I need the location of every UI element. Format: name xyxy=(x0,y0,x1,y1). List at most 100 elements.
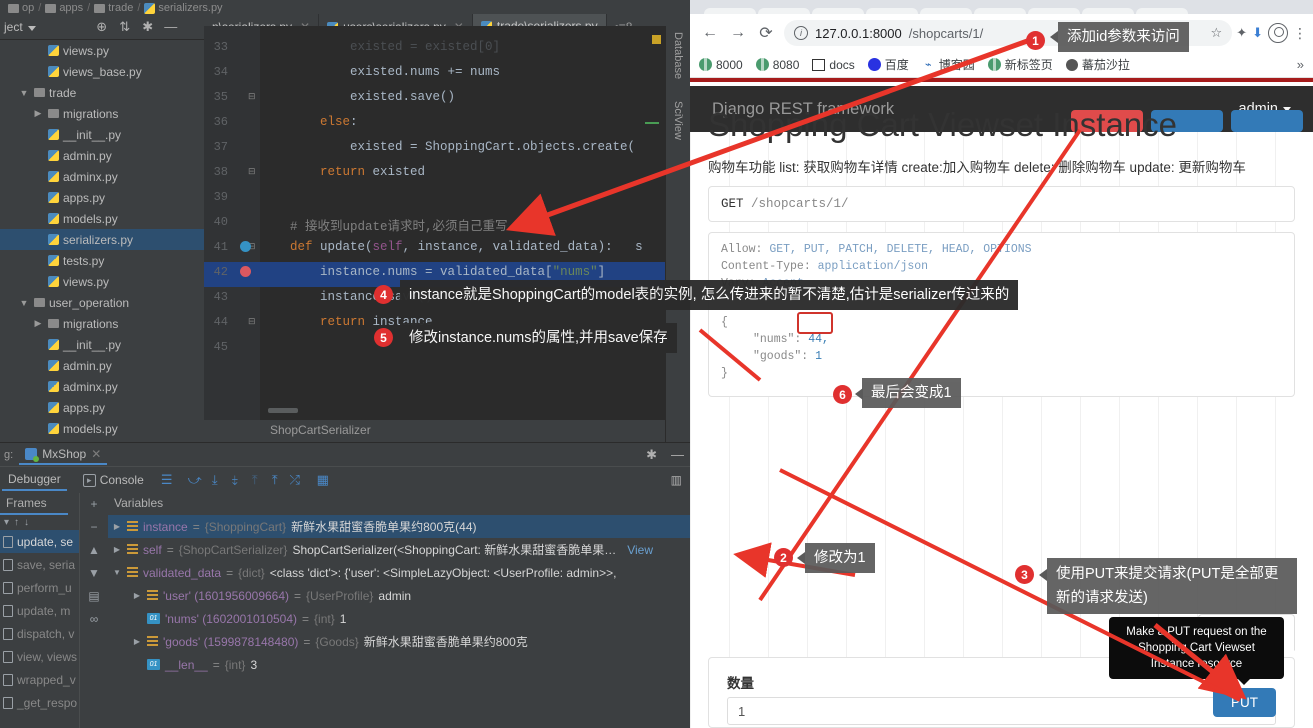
tree-item-trade[interactable]: ▼ trade xyxy=(0,82,204,103)
tree-item-views-py[interactable]: views.py xyxy=(0,40,204,61)
bookmark-star-icon[interactable]: ☆ xyxy=(1211,25,1223,41)
reload-icon[interactable]: ⟳ xyxy=(752,19,780,47)
chrome-menu-icon[interactable]: ⋮ xyxy=(1293,25,1307,42)
put-button[interactable]: PUT xyxy=(1213,688,1276,717)
move-up-icon[interactable]: ▲ xyxy=(88,543,100,557)
chevron-right-icon[interactable]: ▶ xyxy=(32,108,44,119)
tree-item-user-operation[interactable]: ▼ user_operation xyxy=(0,292,204,313)
code-line[interactable]: # 接收到update请求时,必须自己重写 xyxy=(260,215,508,234)
layout-settings-icon[interactable]: ▥ xyxy=(671,473,682,487)
code-line[interactable]: def update(self, instance, validated_dat… xyxy=(260,240,643,254)
close-icon[interactable]: ✕ xyxy=(91,447,101,461)
bookmark-百度[interactable]: 百度 xyxy=(867,56,909,73)
code-line[interactable]: existed = ShoppingCart.objects.create( xyxy=(260,140,635,154)
variables-header[interactable]: Variables xyxy=(108,493,690,515)
forward-icon[interactable]: → xyxy=(724,19,752,47)
settings-gear-icon[interactable]: ✱ xyxy=(138,17,158,37)
frame-down-icon[interactable]: ↓ xyxy=(24,517,29,528)
code-line[interactable]: return existed xyxy=(260,165,425,179)
code-line[interactable]: return instance xyxy=(260,315,433,329)
bookmark-8000[interactable]: 8000 xyxy=(699,58,743,72)
chevron-right-icon[interactable]: ▶ xyxy=(32,318,44,329)
copy-value-icon[interactable]: ▤ xyxy=(88,589,99,603)
stack-frame-row[interactable]: _get_respo xyxy=(0,691,79,714)
inline-watches-icon[interactable]: ∞ xyxy=(90,612,99,626)
frames-list[interactable]: update, se save, seria perform_u update, m d… xyxy=(0,530,79,714)
code-line[interactable]: else: xyxy=(260,115,358,129)
code-line[interactable]: instance.nums = validated_data["nums"] xyxy=(260,265,605,279)
tree-item---init---py[interactable]: __init__.py xyxy=(0,124,204,145)
back-icon[interactable]: ← xyxy=(696,19,724,47)
evaluate-expression-icon[interactable]: ▦ xyxy=(314,471,332,489)
breakpoint-icon[interactable] xyxy=(240,266,251,277)
tab-console[interactable]: ▸ Console xyxy=(77,470,150,490)
breadcrumb-item[interactable]: apps xyxy=(45,2,83,14)
stack-frame-row[interactable]: perform_u xyxy=(0,576,79,599)
tree-item---init---py[interactable]: __init__.py xyxy=(0,334,204,355)
frame-up-icon[interactable]: ↑ xyxy=(14,517,19,528)
tree-item-admin-py[interactable]: admin.py xyxy=(0,145,204,166)
bookmarks-overflow-icon[interactable]: » xyxy=(1297,57,1304,72)
tree-item-migrations[interactable]: ▶ migrations xyxy=(0,103,204,124)
chevron-right-icon[interactable]: ▶ xyxy=(132,637,142,646)
editor-gutter[interactable]: 33 34 35 ⊟ 36 37 38 ⊟ 39 40 41 ⊟ 42 43 44 ⊟ 45 xyxy=(204,26,260,420)
extension-icon[interactable]: ✦ xyxy=(1236,25,1247,41)
project-tool-label[interactable]: ject xyxy=(0,20,36,34)
remove-watch-icon[interactable]: − xyxy=(90,520,97,534)
tree-item-migrations[interactable]: ▶ migrations xyxy=(0,313,204,334)
browser-tabstrip[interactable] xyxy=(690,0,1313,16)
nums-field[interactable]: 1 xyxy=(727,697,1276,725)
code-editor[interactable]: 33 34 35 ⊟ 36 37 38 ⊟ 39 40 41 ⊟ 42 43 44 ⊟ 45 existed =… xyxy=(204,26,665,420)
bookmark-博客园[interactable]: ⌁ 博客园 xyxy=(922,56,975,73)
step-out-icon[interactable]: ⤒ xyxy=(266,471,284,489)
profile-avatar[interactable] xyxy=(1268,23,1288,43)
tree-item-views-base-py[interactable]: views_base.py xyxy=(0,61,204,82)
minimize-icon[interactable]: — xyxy=(671,447,684,463)
tree-item-apps-py[interactable]: apps.py xyxy=(0,187,204,208)
stack-frame-row[interactable]: save, seria xyxy=(0,553,79,576)
code-line[interactable]: existed.save() xyxy=(260,90,455,104)
breadcrumb-item[interactable]: trade xyxy=(94,2,133,14)
bookmark-docs[interactable]: docs xyxy=(812,58,855,72)
address-bar[interactable]: i 127.0.0.1:8000/shopcarts/1/ ☆ xyxy=(784,20,1233,46)
code-fold-icon[interactable]: ⊟ xyxy=(248,91,256,102)
editor-code-lines[interactable]: existed = existed[0] existed.nums += num… xyxy=(260,26,665,420)
tree-item-models-py[interactable]: models.py xyxy=(0,418,204,439)
chevron-down-icon[interactable]: ▼ xyxy=(112,568,122,577)
frames-header[interactable]: Frames xyxy=(0,493,68,515)
variable-row[interactable]: ▶ 'user' (1601956009664) = {UserProfile} adm… xyxy=(108,584,690,607)
variables-list[interactable]: ▶ instance = {ShoppingCart} 新鲜水果甜蜜香脆单果约800克(… xyxy=(108,515,690,676)
code-line[interactable]: instance.save() xyxy=(260,290,433,304)
toolwindow-database[interactable]: Database xyxy=(672,32,684,79)
mute-breakpoints-icon[interactable]: ☰ xyxy=(158,471,176,489)
chevron-down-icon[interactable]: ▼ xyxy=(18,88,30,98)
stack-frame-row[interactable]: update, se xyxy=(0,530,79,553)
stack-frame-row[interactable]: update, m xyxy=(0,599,79,622)
tree-item-views-py[interactable]: views.py xyxy=(0,271,204,292)
tab-debugger[interactable]: Debugger xyxy=(2,469,67,491)
move-down-icon[interactable]: ▼ xyxy=(88,566,100,580)
variable-row[interactable]: ▶ 'goods' (1599878148480) = {Goods} 新鲜水果甜蜜香脆… xyxy=(108,630,690,653)
tree-item-serializers-py[interactable]: serializers.py xyxy=(0,229,204,250)
add-watch-icon[interactable]: + xyxy=(90,497,97,511)
step-into-icon[interactable]: ⤓ xyxy=(206,471,224,489)
stack-frame-row[interactable]: dispatch, v xyxy=(0,622,79,645)
minimize-icon[interactable]: — xyxy=(161,17,181,37)
tree-item-adminx-py[interactable]: adminx.py xyxy=(0,376,204,397)
code-fold-icon[interactable]: ⊟ xyxy=(248,166,256,177)
code-line[interactable]: existed.nums += nums xyxy=(260,65,500,79)
bookmark-8080[interactable]: 8080 xyxy=(755,58,799,72)
tree-item-apps-py[interactable]: apps.py xyxy=(0,397,204,418)
variable-row[interactable]: ▼ validated_data = {dict} <class 'dict'>: {'… xyxy=(108,561,690,584)
chevron-right-icon[interactable]: ▶ xyxy=(132,591,142,600)
chevron-right-icon[interactable]: ▶ xyxy=(112,522,122,531)
variable-view-link[interactable]: View xyxy=(627,543,653,557)
breakpoint-hit-icon[interactable] xyxy=(240,241,251,252)
tree-item-admin-py[interactable]: admin.py xyxy=(0,355,204,376)
variable-row[interactable]: ▶ self = {ShopCartSerializer} ShopCartSerial… xyxy=(108,538,690,561)
bookmark-蕃茄沙拉[interactable]: 蕃茄沙拉 xyxy=(1065,56,1130,73)
stack-frame-row[interactable]: wrapped_v xyxy=(0,668,79,691)
collapse-all-icon[interactable]: ⇅ xyxy=(115,17,135,37)
toolwindow-sciview[interactable]: SciView xyxy=(672,101,684,140)
editor-horizontal-scrollbar[interactable] xyxy=(268,408,298,413)
